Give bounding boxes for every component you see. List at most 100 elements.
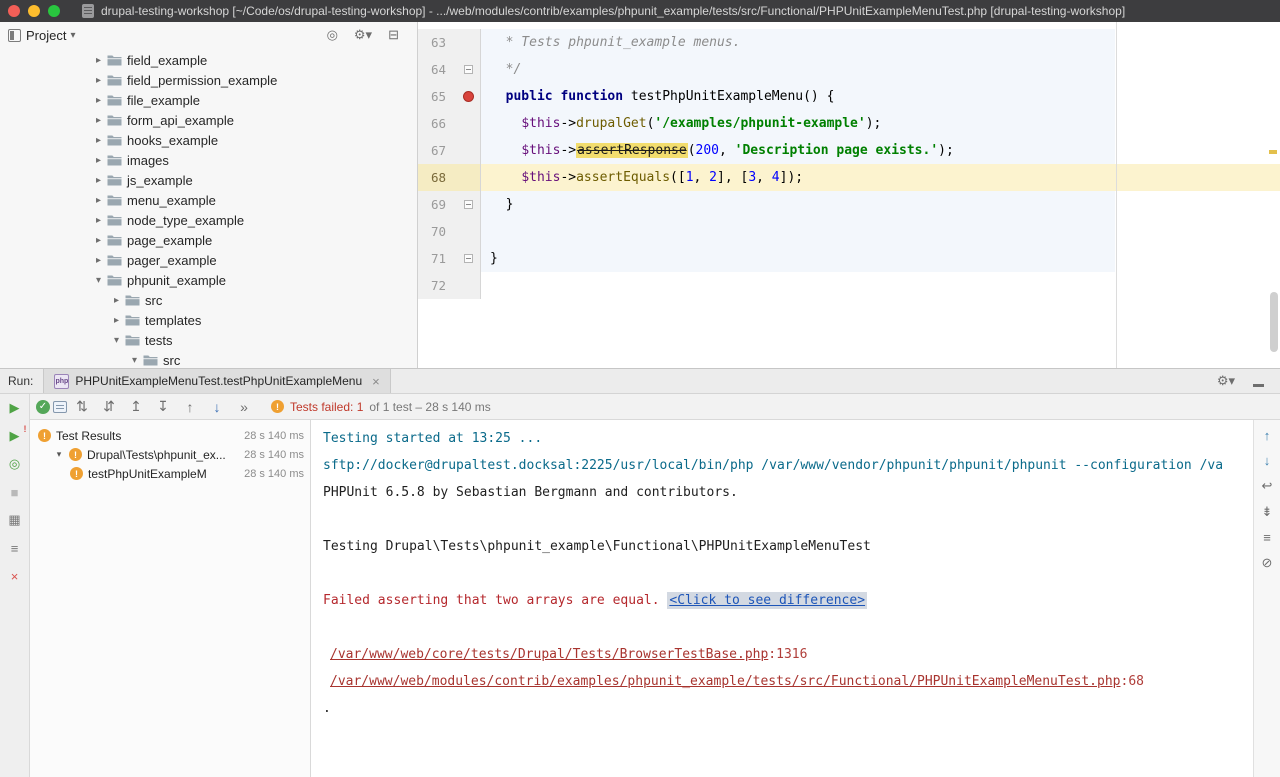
chevron-down-icon[interactable]: ▾: [92, 275, 105, 286]
project-tree-item[interactable]: ▾ src: [0, 350, 417, 368]
chevron-right-icon[interactable]: ▸: [92, 95, 105, 106]
test-name: Test Results: [56, 429, 121, 443]
code-line[interactable]: [481, 218, 1280, 245]
gear-icon[interactable]: ⚙▾: [354, 27, 372, 43]
hide-panel-icon[interactable]: [1253, 376, 1264, 387]
project-tree-item[interactable]: ▸form_api_example: [0, 110, 417, 130]
close-tab-icon[interactable]: ×: [372, 374, 380, 389]
chevron-right-icon[interactable]: ▸: [92, 255, 105, 266]
show-passed-button[interactable]: ✓: [36, 400, 50, 414]
chevron-right-icon[interactable]: ▸: [92, 75, 105, 86]
zoom-window-button[interactable]: [48, 5, 60, 17]
console-line: Testing started at 13:25 ...: [323, 425, 1253, 452]
code-line[interactable]: }: [481, 245, 1280, 272]
warning-stripe-mark[interactable]: [1269, 150, 1277, 154]
see-difference-link[interactable]: <Click to see difference>: [667, 592, 867, 609]
sort-by-duration-button[interactable]: ⇵: [97, 396, 121, 418]
chevron-right-icon[interactable]: ▸: [92, 215, 105, 226]
down-stack-trace-button[interactable]: ↓: [1264, 453, 1271, 468]
editor-gutter: 65: [418, 83, 481, 110]
editor-line: 65 public function testPhpUnitExampleMen…: [418, 83, 1280, 110]
next-failed-test-button[interactable]: ↓: [205, 396, 229, 418]
code-line[interactable]: $this->assertEquals([1, 2], [3, 4]);: [481, 164, 1280, 191]
toggle-auto-test-button[interactable]: ◎: [7, 456, 23, 472]
code-line[interactable]: }: [481, 191, 1280, 218]
test-tree-row[interactable]: !Test Results28 s 140 ms: [30, 426, 310, 445]
project-tree-item[interactable]: ▸hooks_example: [0, 130, 417, 150]
file-link[interactable]: /var/www/web/modules/contrib/examples/ph…: [330, 674, 1121, 689]
tree-item-label: tests: [145, 333, 172, 348]
folder-icon: [107, 134, 122, 146]
chevron-right-icon[interactable]: ▸: [92, 235, 105, 246]
chevron-right-icon[interactable]: ▸: [92, 175, 105, 186]
clear-all-button[interactable]: ⊘: [1262, 555, 1273, 571]
project-panel-title[interactable]: Project: [26, 28, 66, 43]
code-line[interactable]: $this->assertResponse(200, 'Description …: [481, 137, 1280, 164]
project-tree-item[interactable]: ▸templates: [0, 310, 417, 330]
chevron-right-icon[interactable]: ▸: [92, 155, 105, 166]
code-line[interactable]: * Tests phpunit_example menus.: [481, 29, 1280, 56]
minimize-window-button[interactable]: [28, 5, 40, 17]
collapse-all-icon[interactable]: ⊟: [388, 27, 399, 43]
fold-marker-icon[interactable]: [464, 200, 473, 209]
pin-tab-button[interactable]: ≡: [7, 540, 23, 556]
chevron-right-icon[interactable]: ▸: [92, 115, 105, 126]
project-tree-item[interactable]: ▸pager_example: [0, 250, 417, 270]
project-tree-item[interactable]: ▸menu_example: [0, 190, 417, 210]
project-tree-item[interactable]: ▸node_type_example: [0, 210, 417, 230]
chevron-right-icon[interactable]: ▸: [110, 295, 123, 306]
editor-scrollbar-thumb[interactable]: [1270, 292, 1278, 352]
up-stack-trace-button[interactable]: ↑: [1264, 428, 1271, 443]
stop-button[interactable]: ■: [7, 484, 23, 500]
project-tree-item[interactable]: ▸js_example: [0, 170, 417, 190]
test-tree-row[interactable]: ▾!Drupal\Tests\phpunit_ex...28 s 140 ms: [30, 445, 310, 464]
print-button[interactable]: ≡: [1263, 530, 1271, 545]
project-tree-item[interactable]: ▾ tests: [0, 330, 417, 350]
run-tab[interactable]: php PHPUnitExampleMenuTest.testPhpUnitEx…: [43, 369, 390, 393]
close-window-button[interactable]: [8, 5, 20, 17]
project-tree-item[interactable]: ▸ file_example: [0, 90, 417, 110]
project-tree-item[interactable]: ▸field_example: [0, 50, 417, 70]
show-ignored-button[interactable]: [53, 401, 67, 413]
gutter-slot: [456, 200, 480, 209]
code-line[interactable]: [481, 272, 1280, 299]
code-line[interactable]: public function testPhpUnitExampleMenu()…: [481, 83, 1280, 110]
soft-wrap-button[interactable]: ↩: [1262, 478, 1273, 494]
code-line[interactable]: $this->drupalGet('/examples/phpunit-exam…: [481, 110, 1280, 137]
fold-marker-icon[interactable]: [464, 65, 473, 74]
test-name: testPhpUnitExampleM: [88, 467, 207, 481]
chevron-right-icon[interactable]: ▸: [110, 315, 123, 326]
chevron-right-icon[interactable]: ▸: [92, 195, 105, 206]
code-line[interactable]: */: [481, 56, 1280, 83]
test-tree-row[interactable]: !testPhpUnitExampleM28 s 140 ms: [30, 464, 310, 483]
chevron-down-icon[interactable]: ▾: [54, 449, 64, 460]
chevron-down-icon[interactable]: ▾: [110, 335, 123, 346]
expand-all-button[interactable]: ↥: [124, 396, 148, 418]
fold-marker-icon[interactable]: [464, 254, 473, 263]
project-tree-item[interactable]: ▾phpunit_example: [0, 270, 417, 290]
project-tree-item[interactable]: ▸field_permission_example: [0, 70, 417, 90]
tree-item-label: src: [163, 353, 180, 368]
test-failed-gutter-icon[interactable]: [463, 91, 474, 102]
test-history-button[interactable]: »: [232, 396, 256, 418]
scroll-to-end-button[interactable]: ⇟: [1262, 504, 1273, 520]
project-tree-item[interactable]: ▸page_example: [0, 230, 417, 250]
gear-icon[interactable]: ⚙▾: [1217, 373, 1235, 389]
project-tree-item[interactable]: ▸src: [0, 290, 417, 310]
restore-layout-button[interactable]: ▦: [7, 512, 23, 528]
locate-icon[interactable]: ◎: [327, 27, 338, 43]
file-link[interactable]: /var/www/web/core/tests/Drupal/Tests/Bro…: [330, 647, 768, 662]
previous-failed-test-button[interactable]: ↑: [178, 396, 202, 418]
folder-icon: [107, 254, 122, 266]
rerun-test-button[interactable]: ▶: [7, 400, 23, 416]
chevron-right-icon[interactable]: ▸: [92, 135, 105, 146]
rerun-failed-tests-button[interactable]: ▶!: [7, 428, 23, 444]
close-button[interactable]: ×: [7, 568, 23, 584]
tree-item-label: file_example: [127, 93, 200, 108]
collapse-all-button[interactable]: ↧: [151, 396, 175, 418]
chevron-down-icon[interactable]: ▾: [128, 355, 141, 366]
chevron-right-icon[interactable]: ▸: [92, 55, 105, 66]
sort-alphabetically-button[interactable]: ⇅: [70, 396, 94, 418]
chevron-down-icon[interactable]: ▾: [70, 30, 75, 41]
project-tree-item[interactable]: ▸images: [0, 150, 417, 170]
